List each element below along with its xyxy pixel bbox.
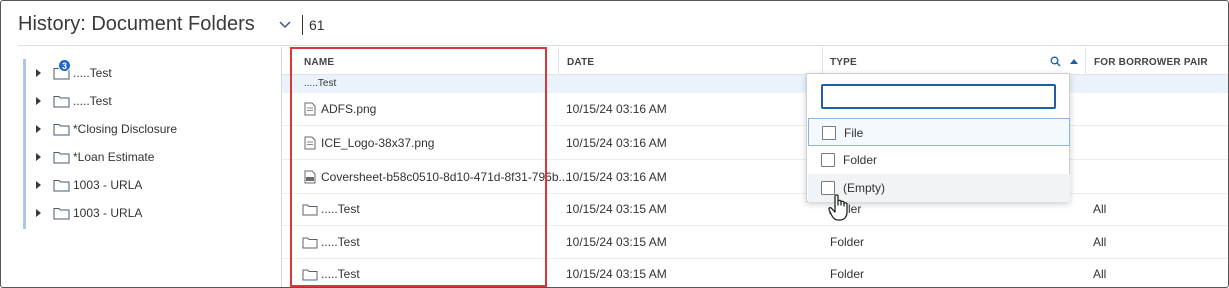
table-row[interactable]: .....Test 10/15/24 03:15 AM Folder All: [282, 226, 1228, 259]
header-separator: [19, 45, 1228, 46]
file-icon: [304, 102, 316, 116]
row-name: .....Test: [321, 267, 360, 281]
checkbox[interactable]: [821, 153, 835, 167]
expand-arrow-icon[interactable]: [36, 125, 41, 133]
expand-arrow-icon[interactable]: [36, 69, 41, 77]
search-icon[interactable]: [1050, 56, 1061, 67]
column-separator[interactable]: [558, 47, 559, 75]
documents-grid: NAME DATE TYPE FOR BORROWER PAIR .....Te…: [282, 47, 1228, 287]
row-name: Coversheet-b58c0510-8d10-471d-8f31-796b.…: [321, 170, 569, 184]
row-date: 10/15/24 03:15 AM: [566, 267, 667, 281]
column-header-borrower-pair[interactable]: FOR BORROWER PAIR: [1094, 47, 1208, 75]
tree-item-urla-2[interactable]: 1003 - URLA: [23, 199, 273, 227]
type-filter-search-input[interactable]: [821, 84, 1056, 109]
row-date: 10/15/24 03:16 AM: [566, 136, 667, 150]
checkbox[interactable]: [821, 181, 835, 195]
page-title: History: Document Folders: [18, 13, 255, 35]
file-icon: [304, 136, 316, 150]
filter-option-empty[interactable]: (Empty): [808, 174, 1070, 202]
tree-item-label: 1003 - URLA: [73, 178, 143, 192]
tree-item-loan-estimate[interactable]: *Loan Estimate: [23, 143, 273, 171]
folder-icon: [53, 208, 70, 220]
pdf-file-icon: [304, 170, 316, 184]
item-count: 61: [309, 17, 325, 33]
filter-option-folder[interactable]: Folder: [808, 146, 1070, 174]
document-folders-history-panel: History: Document Folders 61 3 .....Test…: [0, 0, 1229, 288]
checkbox[interactable]: [822, 126, 836, 140]
expand-arrow-icon[interactable]: [36, 153, 41, 161]
column-separator[interactable]: [822, 47, 823, 75]
row-type: Folder: [830, 235, 865, 249]
row-borrower-pair: All: [1093, 267, 1107, 281]
folder-icon: [302, 237, 318, 249]
tree-item-closing-disclosure[interactable]: *Closing Disclosure: [23, 115, 273, 143]
chevron-down-icon[interactable]: [277, 16, 293, 32]
row-date: 10/15/24 03:15 AM: [566, 202, 667, 216]
folder-icon: [53, 180, 70, 192]
table-row[interactable]: .....Test 10/15/24 03:15 AM Folder All: [282, 258, 1228, 287]
tree-item-test-1[interactable]: 3 .....Test: [23, 59, 273, 87]
expand-arrow-icon[interactable]: [36, 209, 41, 217]
grid-header: NAME DATE TYPE FOR BORROWER PAIR: [282, 47, 1228, 75]
type-filter-dropdown: File Folder (Empty): [806, 73, 1070, 202]
tree-item-urla-1[interactable]: 1003 - URLA: [23, 171, 273, 199]
row-name: .....Test: [321, 202, 360, 216]
folder-icon: [53, 96, 70, 108]
folder-icon: [53, 152, 70, 164]
table-row[interactable]: Coversheet-b58c0510-8d10-471d-8f31-796b.…: [282, 161, 1228, 194]
filter-option-label: (Empty): [843, 181, 885, 195]
column-header-name[interactable]: NAME: [304, 47, 334, 75]
filter-option-label: Folder: [843, 153, 878, 167]
table-row[interactable]: .....Test 10/15/24 03:15 AM ler All: [282, 193, 1228, 226]
tree-item-label: *Loan Estimate: [73, 150, 155, 164]
expand-arrow-icon[interactable]: [36, 181, 41, 189]
tree-item-label: .....Test: [73, 94, 112, 108]
filter-option-label: File: [844, 126, 864, 140]
row-name: .....Test: [321, 235, 360, 249]
row-name: ICE_Logo-38x37.png: [321, 136, 435, 150]
row-date: 10/15/24 03:16 AM: [566, 102, 667, 116]
row-date: 10/15/24 03:15 AM: [566, 235, 667, 249]
table-row[interactable]: ADFS.png 10/15/24 03:16 AM: [282, 93, 1228, 126]
folder-icon: [302, 269, 318, 281]
tree-item-test-2[interactable]: .....Test: [23, 87, 273, 115]
group-label: .....Test: [304, 78, 337, 89]
row-borrower-pair: All: [1093, 202, 1107, 216]
folder-icon: [302, 204, 318, 216]
notification-badge: 3: [58, 59, 71, 72]
sort-ascending-icon[interactable]: [1070, 58, 1078, 64]
folder-icon: [53, 124, 70, 136]
row-name: ADFS.png: [321, 102, 377, 116]
table-row[interactable]: ICE_Logo-38x37.png 10/15/24 03:16 AM: [282, 127, 1228, 160]
row-borrower-pair: All: [1093, 235, 1107, 249]
tree-item-label: .....Test: [73, 66, 112, 80]
row-date: 10/15/24 03:16 AM: [566, 170, 667, 184]
panel-header: History: Document Folders 61: [1, 1, 1228, 47]
header-divider: [302, 15, 303, 35]
tree-item-label: 1003 - URLA: [73, 206, 143, 220]
group-row[interactable]: .....Test: [282, 75, 1228, 93]
column-header-type[interactable]: TYPE: [830, 47, 857, 75]
expand-arrow-icon[interactable]: [36, 97, 41, 105]
row-type: Folder: [830, 267, 865, 281]
column-separator[interactable]: [1085, 47, 1086, 75]
tree-item-label: *Closing Disclosure: [73, 122, 178, 136]
column-header-date[interactable]: DATE: [567, 47, 594, 75]
filter-option-file[interactable]: File: [808, 118, 1070, 146]
